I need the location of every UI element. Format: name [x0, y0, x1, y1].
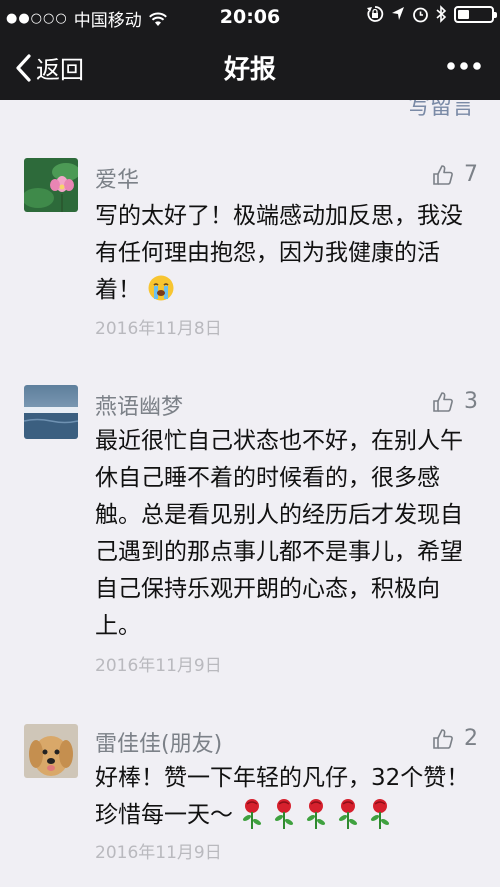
thumbs-up-icon — [433, 728, 453, 749]
thumbs-up-icon — [433, 164, 453, 185]
status-right — [366, 5, 497, 23]
sea-avatar-image — [24, 385, 78, 439]
location-icon — [392, 7, 404, 20]
like-count: 2 — [464, 726, 478, 751]
alarm-icon — [413, 7, 428, 22]
battery-level — [458, 9, 470, 19]
battery-icon — [454, 5, 497, 23]
bluetooth-icon — [436, 5, 447, 23]
commenter-name: 燕语幽梦 — [95, 395, 184, 420]
status-bar: ●●○○○ 中国移动 20:06 — [0, 0, 500, 34]
back-button[interactable]: 返回 — [14, 50, 84, 85]
nav-bar: 返回 好报 — [0, 34, 500, 100]
commenter-name: 爱华 — [95, 168, 140, 193]
comment-text: 写的太好了！极端感动加反思，我没有任何理由抱怨，因为我健康的活着！ — [95, 198, 480, 309]
like-button[interactable]: 2 — [432, 726, 478, 751]
commenter-name: 雷佳佳(朋友) — [95, 732, 223, 757]
rose-emoji — [367, 798, 393, 842]
rose-emoji — [303, 798, 329, 842]
rose-emoji — [335, 798, 361, 842]
rose-emoji-row — [233, 799, 393, 829]
thumbs-up-icon — [433, 391, 453, 412]
comment-text: 最近很忙自己状态也不好，在别人午休自己睡不着的时候看的，很多感触。总是看见别人的… — [95, 428, 463, 639]
more-button[interactable] — [446, 56, 482, 75]
rose-emoji — [271, 798, 297, 842]
like-count: 7 — [464, 162, 478, 187]
like-count: 3 — [464, 389, 478, 414]
like-button[interactable]: 3 — [432, 389, 478, 414]
comment-date: 2016年11月8日 — [95, 319, 222, 339]
rotation-lock-icon — [367, 6, 384, 22]
lotus-avatar-image — [24, 158, 78, 212]
write-comment-link[interactable]: 写留言 — [408, 100, 474, 122]
like-button[interactable]: 7 — [432, 162, 478, 187]
crying-face-emoji — [148, 275, 174, 301]
puppy-avatar-image — [24, 724, 78, 778]
chevron-left-icon — [16, 53, 31, 82]
avatar — [24, 158, 78, 212]
more-dots-icon — [447, 62, 481, 70]
avatar — [24, 385, 78, 439]
comment-date: 2016年11月9日 — [95, 656, 222, 676]
rose-emoji — [239, 798, 265, 842]
avatar — [24, 724, 78, 778]
back-label: 返回 — [36, 56, 84, 84]
comment-text: 好棒！赞一下年轻的凡仔，32个赞！珍惜每一天～ — [95, 760, 480, 842]
comment-date: 2016年11月9日 — [95, 843, 222, 863]
